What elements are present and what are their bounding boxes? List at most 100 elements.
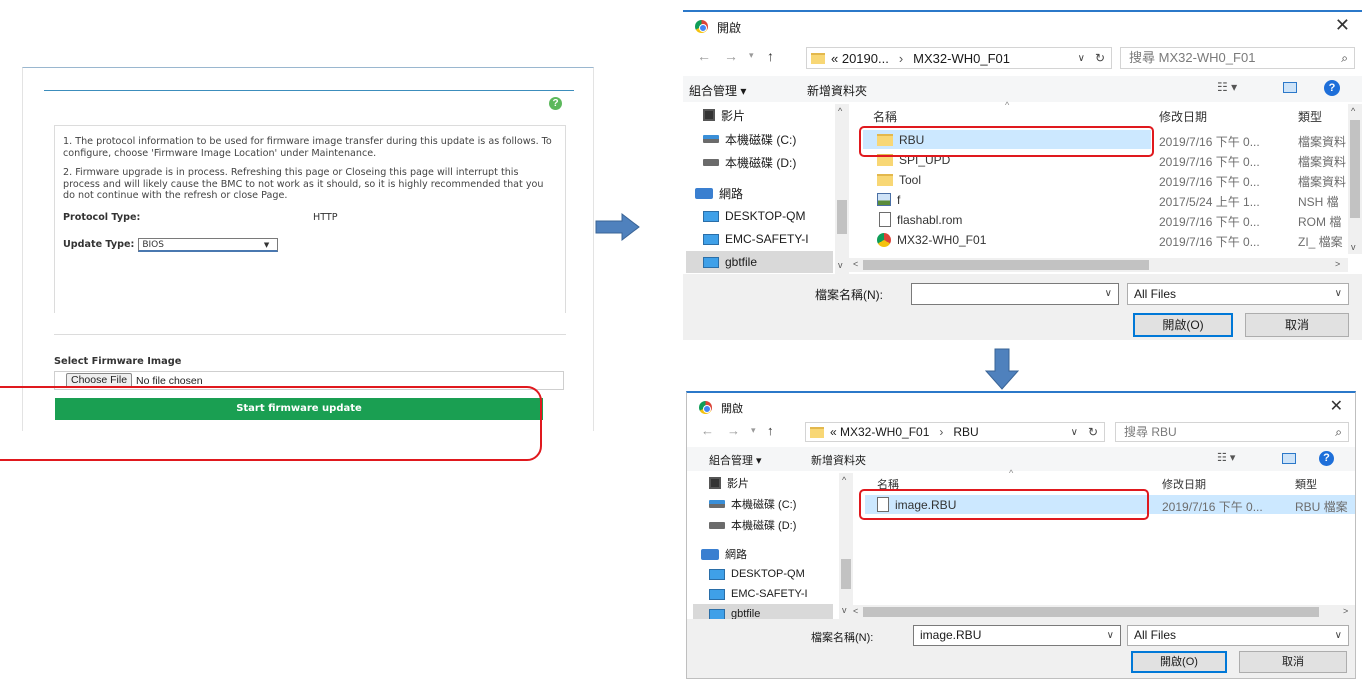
file-row-flashabl[interactable]: flashabl.rom 2019/7/16 下午 0... ROM 檔 xyxy=(859,210,1362,229)
address-bar[interactable]: « 20190... › MX32-WH0_F01 ∨ ↻ xyxy=(806,47,1112,69)
tree-scrollbar[interactable]: ^ v xyxy=(839,473,853,619)
back-icon[interactable]: ← xyxy=(697,48,711,64)
organize-menu[interactable]: 組合管理 ▾ xyxy=(689,82,746,99)
refresh-icon[interactable]: ↻ xyxy=(1095,51,1105,65)
image-file-icon xyxy=(877,193,891,206)
organize-menu[interactable]: 組合管理 ▾ xyxy=(709,452,762,468)
breadcrumb-parent[interactable]: « MX32-WH0_F01 xyxy=(830,425,929,439)
file-row-tool[interactable]: Tool 2019/7/16 下午 0... 檔案資料 xyxy=(859,170,1362,189)
navigation-tree: 影片 本機磁碟 (C:) 本機磁碟 (D:) 網路 DESKTOP-QM EMC… xyxy=(687,473,847,624)
help-icon[interactable]: ? xyxy=(1319,451,1334,466)
new-folder-button[interactable]: 新增資料夾 xyxy=(807,82,867,99)
tree-item-desktop-qm[interactable]: DESKTOP-QM xyxy=(703,205,805,227)
file-date: 2019/7/16 下午 0... xyxy=(1162,500,1263,514)
up-icon[interactable]: ↑ xyxy=(767,48,774,64)
scroll-down-icon[interactable]: v xyxy=(838,260,843,270)
scroll-right-icon[interactable]: > xyxy=(1343,606,1348,616)
scroll-right-icon[interactable]: > xyxy=(1335,259,1340,269)
protocol-row: Protocol Type: HTTP xyxy=(63,212,557,224)
cancel-button[interactable]: 取消 xyxy=(1239,651,1347,673)
protocol-value: HTTP xyxy=(313,211,338,223)
refresh-icon[interactable]: ↻ xyxy=(1088,425,1098,439)
breadcrumb-parent[interactable]: « 20190... xyxy=(831,51,889,66)
help-icon[interactable]: ? xyxy=(1324,80,1340,96)
file-date: 2019/7/16 下午 0... xyxy=(1159,175,1260,189)
scrollbar-thumb[interactable] xyxy=(837,200,847,234)
filename-input[interactable]: ∨ xyxy=(911,283,1119,305)
close-icon[interactable]: ✕ xyxy=(1330,396,1343,416)
forward-icon[interactable]: → xyxy=(727,423,740,438)
scrollbar-thumb[interactable] xyxy=(863,260,1149,270)
preview-pane-icon[interactable] xyxy=(1282,453,1296,464)
chevron-down-icon[interactable]: ∨ xyxy=(1335,284,1342,304)
breadcrumb-current[interactable]: MX32-WH0_F01 xyxy=(913,51,1010,66)
forward-icon[interactable]: → xyxy=(724,48,738,64)
scroll-up-icon[interactable]: ^ xyxy=(1351,106,1355,116)
tree-item-gbtfile[interactable]: gbtfile xyxy=(686,251,833,273)
open-button[interactable]: 開啟(O) xyxy=(1133,313,1233,337)
file-name: flashabl.rom xyxy=(897,212,963,227)
column-header-type[interactable]: 類型 xyxy=(1295,476,1317,492)
chevron-down-icon[interactable]: ∨ xyxy=(1335,626,1342,645)
help-icon[interactable]: ? xyxy=(549,97,562,110)
file-type: 檔案資料 xyxy=(1298,175,1347,189)
chevron-down-icon[interactable]: ∨ xyxy=(1105,284,1112,304)
column-header-date[interactable]: 修改日期 xyxy=(1159,108,1207,125)
scrollbar-thumb[interactable] xyxy=(841,559,851,589)
tree-item-emc-safety[interactable]: EMC-SAFETY-I xyxy=(709,584,808,604)
search-input[interactable]: 搜尋 MX32-WH0_F01 ⌕ xyxy=(1120,47,1355,69)
history-chevron-icon[interactable]: ▾ xyxy=(749,50,754,61)
file-type-filter[interactable]: All Files ∨ xyxy=(1127,283,1349,305)
file-row-mx32[interactable]: MX32-WH0_F01 2019/7/16 下午 0... ZI_ 檔案 xyxy=(859,230,1362,249)
file-row-f[interactable]: f 2017/5/24 上午 1... NSH 檔 xyxy=(859,190,1362,209)
new-folder-button[interactable]: 新增資料夾 xyxy=(811,452,866,468)
filename-input[interactable]: image.RBU ∨ xyxy=(913,625,1121,646)
column-header-date[interactable]: 修改日期 xyxy=(1162,476,1206,492)
cancel-button[interactable]: 取消 xyxy=(1245,313,1349,337)
file-date: 2019/7/16 下午 0... xyxy=(1159,155,1260,169)
preview-pane-icon[interactable] xyxy=(1283,82,1297,93)
file-list-scrollbar[interactable]: ^ v xyxy=(1348,104,1362,254)
tree-item-drive-d[interactable]: 本機磁碟 (D:) xyxy=(703,151,796,173)
video-folder-icon xyxy=(709,477,721,489)
scroll-up-icon[interactable]: ^ xyxy=(842,475,846,485)
column-header-type[interactable]: 類型 xyxy=(1298,108,1322,125)
tree-item-desktop-qm[interactable]: DESKTOP-QM xyxy=(709,564,805,584)
tree-item-drive-c[interactable]: 本機磁碟 (C:) xyxy=(709,494,796,514)
history-chevron-icon[interactable]: ▾ xyxy=(751,425,756,436)
horizontal-scrollbar[interactable]: < > xyxy=(849,258,1348,272)
tree-item-network[interactable]: 網路 xyxy=(701,544,747,564)
tree-item-network[interactable]: 網路 xyxy=(695,182,743,204)
tree-item-videos[interactable]: 影片 xyxy=(703,104,745,126)
scroll-up-icon[interactable]: ^ xyxy=(838,106,842,116)
search-input[interactable]: 搜尋 RBU ⌕ xyxy=(1115,422,1349,442)
scrollbar-thumb[interactable] xyxy=(1350,120,1360,218)
tree-item-drive-c[interactable]: 本機磁碟 (C:) xyxy=(703,128,796,150)
scroll-down-icon[interactable]: v xyxy=(842,605,847,615)
chevron-down-icon[interactable]: ∨ xyxy=(1078,53,1085,64)
sort-caret-icon: ^ xyxy=(1005,100,1010,110)
scroll-left-icon[interactable]: < xyxy=(853,259,858,269)
view-options-icon[interactable]: ☷ ▾ xyxy=(1217,451,1235,464)
breadcrumb-current[interactable]: RBU xyxy=(953,425,978,439)
back-icon[interactable]: ← xyxy=(701,423,714,438)
tree-scrollbar[interactable]: ^ v xyxy=(835,104,849,274)
tree-item-drive-d[interactable]: 本機磁碟 (D:) xyxy=(709,515,796,535)
tree-item-videos[interactable]: 影片 xyxy=(709,473,749,493)
chevron-down-icon[interactable]: ∨ xyxy=(1107,626,1114,645)
update-type-value: BIOS xyxy=(142,239,164,250)
update-type-select[interactable]: BIOS ▼ xyxy=(138,237,279,252)
column-header-name[interactable]: 名稱 xyxy=(873,108,897,125)
close-icon[interactable]: ✕ xyxy=(1335,15,1350,36)
view-options-icon[interactable]: ☷ ▾ xyxy=(1217,80,1237,94)
horizontal-scrollbar[interactable]: < > xyxy=(849,605,1355,619)
scrollbar-thumb[interactable] xyxy=(863,607,1319,617)
up-icon[interactable]: ↑ xyxy=(767,423,774,438)
tree-item-emc-safety[interactable]: EMC-SAFETY-I xyxy=(703,228,809,250)
scroll-down-icon[interactable]: v xyxy=(1351,242,1356,252)
open-button[interactable]: 開啟(O) xyxy=(1131,651,1227,673)
chevron-down-icon[interactable]: ∨ xyxy=(1071,427,1078,438)
file-type-filter[interactable]: All Files ∨ xyxy=(1127,625,1349,646)
scroll-left-icon[interactable]: < xyxy=(853,606,858,616)
address-bar[interactable]: « MX32-WH0_F01 › RBU ∨ ↻ xyxy=(805,422,1105,442)
